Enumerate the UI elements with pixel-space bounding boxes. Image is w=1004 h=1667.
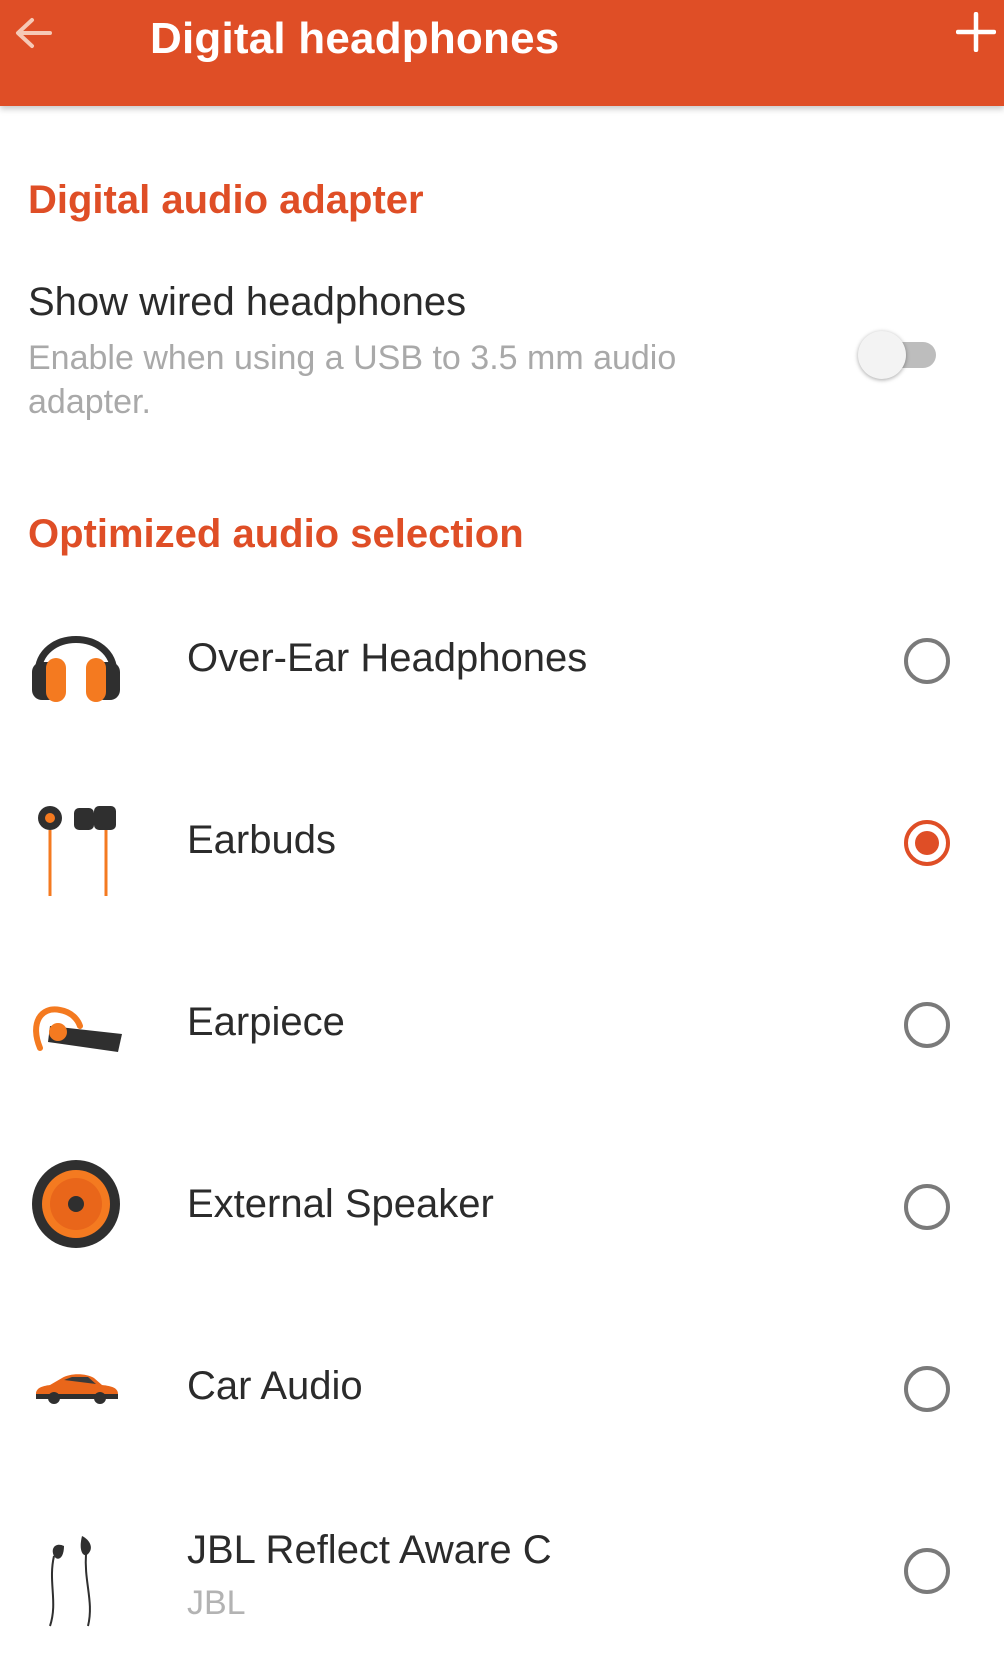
audio-option-external-speaker[interactable]: External Speaker (0, 1116, 1004, 1298)
app-bar: Digital headphones (0, 0, 1004, 106)
earbuds-icon (38, 806, 116, 896)
audio-option-label: External Speaker (187, 1182, 494, 1226)
audio-option-earbuds[interactable]: Earbuds (0, 752, 1004, 934)
audio-option-label: Car Audio (187, 1364, 363, 1408)
radio-earbuds[interactable] (904, 820, 950, 866)
show-wired-headphones-toggle[interactable] (858, 327, 942, 383)
show-wired-headphones-title: Show wired headphones (28, 280, 467, 324)
page-title: Digital headphones (150, 14, 560, 63)
audio-option-earpiece[interactable]: Earpiece (0, 934, 1004, 1116)
radio-earpiece[interactable] (904, 1002, 950, 1048)
over-ear-headphones-icon (32, 636, 120, 702)
audio-option-label: Earpiece (187, 1000, 345, 1044)
radio-over-ear-headphones[interactable] (904, 638, 950, 684)
arrow-back-icon[interactable] (10, 12, 56, 58)
plus-icon[interactable] (956, 12, 996, 52)
radio-jbl-reflect-aware-c[interactable] (904, 1548, 950, 1594)
audio-option-jbl-reflect-aware-c[interactable]: JBL Reflect Aware C JBL (0, 1480, 1004, 1662)
audio-option-label: JBL Reflect Aware C (187, 1528, 552, 1572)
in-ear-headphones-icon (49, 1536, 91, 1627)
audio-option-label: Over-Ear Headphones (187, 636, 588, 680)
car-icon (36, 1374, 118, 1404)
radio-car-audio[interactable] (904, 1366, 950, 1412)
audio-option-over-ear-headphones[interactable]: Over-Ear Headphones (0, 570, 1004, 752)
section-header-digital-audio-adapter: Digital audio adapter (28, 178, 424, 222)
radio-external-speaker[interactable] (904, 1184, 950, 1230)
section-header-optimized-audio: Optimized audio selection (28, 512, 524, 556)
speaker-icon (32, 1160, 120, 1248)
audio-option-car-audio[interactable]: Car Audio (0, 1298, 1004, 1480)
show-wired-headphones-summary: Enable when using a USB to 3.5 mm audio … (28, 339, 677, 421)
toggle-thumb (858, 331, 906, 379)
audio-option-subtitle: JBL (187, 1584, 246, 1622)
earpiece-icon (33, 1006, 122, 1052)
audio-option-label: Earbuds (187, 818, 336, 862)
